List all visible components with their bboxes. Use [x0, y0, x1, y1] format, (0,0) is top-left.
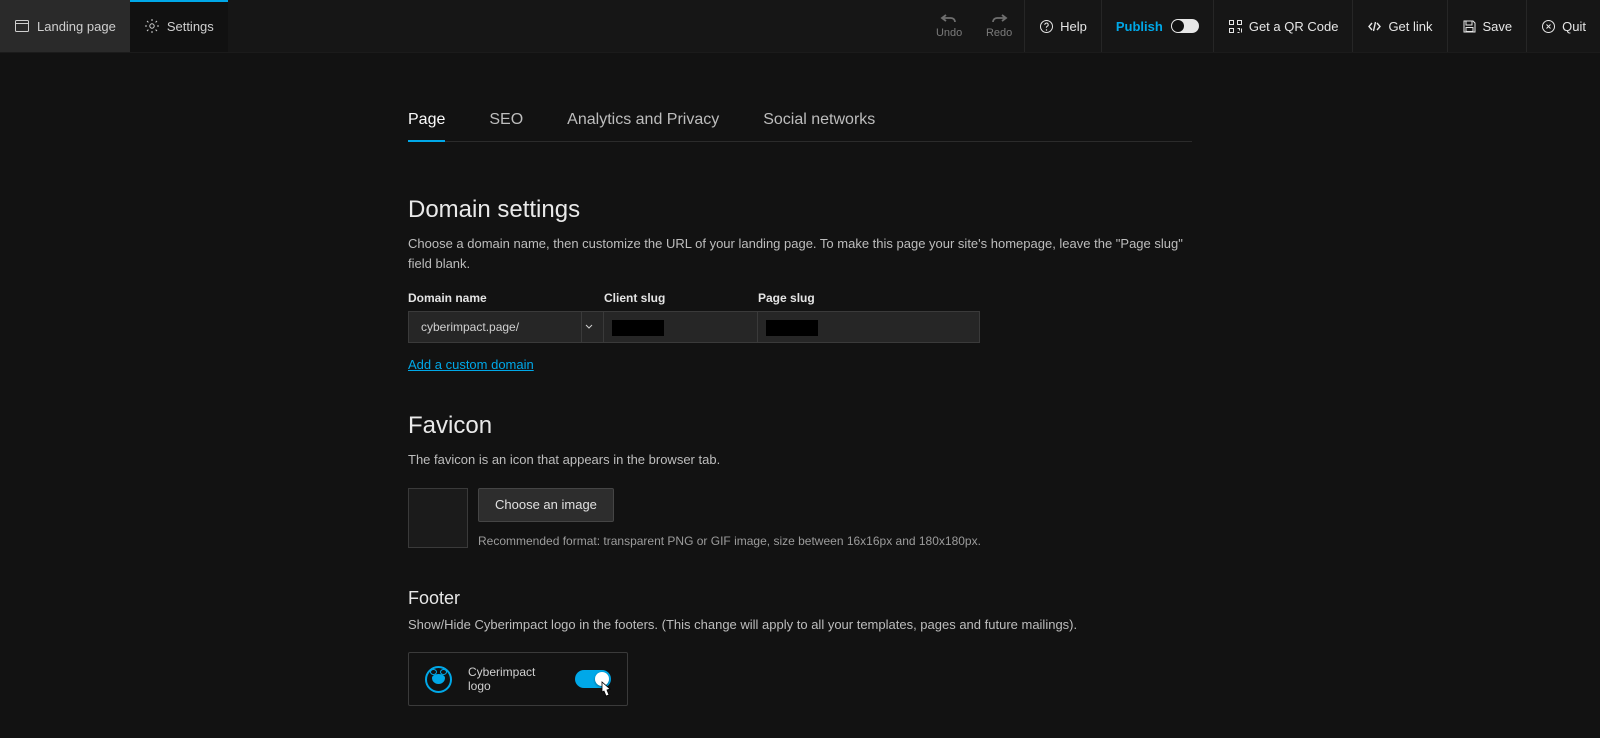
publish-toggle[interactable]: [1171, 19, 1199, 33]
history-group: Undo Redo: [924, 0, 1024, 52]
help-label: Help: [1060, 19, 1087, 34]
footer-logo-box: Cyberimpact logo: [408, 652, 628, 706]
tab-landing-page[interactable]: Landing page: [0, 0, 130, 52]
content: Page SEO Analytics and Privacy Social ne…: [0, 53, 1600, 706]
redo-button[interactable]: Redo: [974, 13, 1024, 39]
tab-landing-page-label: Landing page: [37, 19, 116, 34]
undo-label: Undo: [936, 27, 962, 39]
help-icon: [1039, 19, 1054, 34]
favicon-row: Choose an image Recommended format: tran…: [408, 488, 1192, 548]
domain-name-select[interactable]: cyberimpact.page/: [408, 311, 604, 343]
domain-name-label: Domain name: [408, 291, 604, 305]
help-button[interactable]: Help: [1024, 0, 1101, 52]
domain-row: Domain name cyberimpact.page/ Client slu…: [408, 291, 1192, 343]
gear-icon: [144, 18, 160, 34]
redo-label: Redo: [986, 27, 1012, 39]
client-slug-label: Client slug: [604, 291, 758, 305]
subtab-social[interactable]: Social networks: [763, 103, 875, 141]
favicon-controls: Choose an image Recommended format: tran…: [478, 488, 981, 548]
tab-settings-label: Settings: [167, 19, 214, 34]
page-slug-field: Page slug: [758, 291, 980, 343]
footer-logo-toggle[interactable]: [575, 670, 611, 688]
quit-button[interactable]: Quit: [1526, 0, 1600, 52]
add-custom-domain-link[interactable]: Add a custom domain: [408, 357, 534, 372]
save-button[interactable]: Save: [1447, 0, 1527, 52]
code-icon: [1367, 19, 1382, 34]
topbar: Landing page Settings Undo Redo: [0, 0, 1600, 53]
get-link-button[interactable]: Get link: [1352, 0, 1446, 52]
domain-desc: Choose a domain name, then customize the…: [408, 234, 1192, 273]
footer-logo-label: Cyberimpact logo: [468, 665, 559, 693]
cyberimpact-logo-icon: [425, 666, 452, 693]
subtab-analytics[interactable]: Analytics and Privacy: [567, 103, 719, 141]
page-slug-label: Page slug: [758, 291, 980, 305]
favicon-section: Favicon The favicon is an icon that appe…: [408, 412, 1192, 548]
page-slug-value: [766, 320, 818, 336]
topbar-tabs: Landing page Settings: [0, 0, 228, 52]
topbar-actions: Undo Redo Help Publish Ge: [924, 0, 1600, 52]
favicon-hint: Recommended format: transparent PNG or G…: [478, 534, 981, 548]
undo-button[interactable]: Undo: [924, 13, 974, 39]
window-icon: [14, 18, 30, 34]
publish-label: Publish: [1116, 19, 1163, 34]
client-slug-input[interactable]: [604, 311, 758, 343]
favicon-preview: [408, 488, 468, 548]
domain-name-value: cyberimpact.page/: [421, 320, 519, 334]
favicon-desc: The favicon is an icon that appears in t…: [408, 450, 1192, 470]
close-circle-icon: [1541, 19, 1556, 34]
settings-panel: Page SEO Analytics and Privacy Social ne…: [408, 103, 1192, 706]
subtab-seo[interactable]: SEO: [489, 103, 523, 141]
subtab-page[interactable]: Page: [408, 103, 445, 141]
footer-desc: Show/Hide Cyberimpact logo in the footer…: [408, 615, 1192, 635]
domain-title: Domain settings: [408, 196, 1192, 224]
qr-label: Get a QR Code: [1249, 19, 1339, 34]
redo-icon: [990, 13, 1008, 25]
qr-button[interactable]: Get a QR Code: [1213, 0, 1353, 52]
footer-section: Footer Show/Hide Cyberimpact logo in the…: [408, 588, 1192, 707]
domain-name-field: Domain name cyberimpact.page/: [408, 291, 604, 343]
choose-image-button[interactable]: Choose an image: [478, 488, 614, 522]
client-slug-value: [612, 320, 664, 336]
chevron-down-icon: [581, 312, 595, 342]
domain-section: Domain settings Choose a domain name, th…: [408, 196, 1192, 372]
tab-settings[interactable]: Settings: [130, 0, 228, 52]
save-icon: [1462, 19, 1477, 34]
settings-subtabs: Page SEO Analytics and Privacy Social ne…: [408, 103, 1192, 142]
favicon-title: Favicon: [408, 412, 1192, 440]
quit-label: Quit: [1562, 19, 1586, 34]
save-label: Save: [1483, 19, 1513, 34]
publish-group: Publish: [1101, 0, 1213, 52]
footer-title: Footer: [408, 588, 1192, 609]
qr-icon: [1228, 19, 1243, 34]
page-slug-input[interactable]: [758, 311, 980, 343]
client-slug-field: Client slug: [604, 291, 758, 343]
get-link-label: Get link: [1388, 19, 1432, 34]
undo-icon: [940, 13, 958, 25]
